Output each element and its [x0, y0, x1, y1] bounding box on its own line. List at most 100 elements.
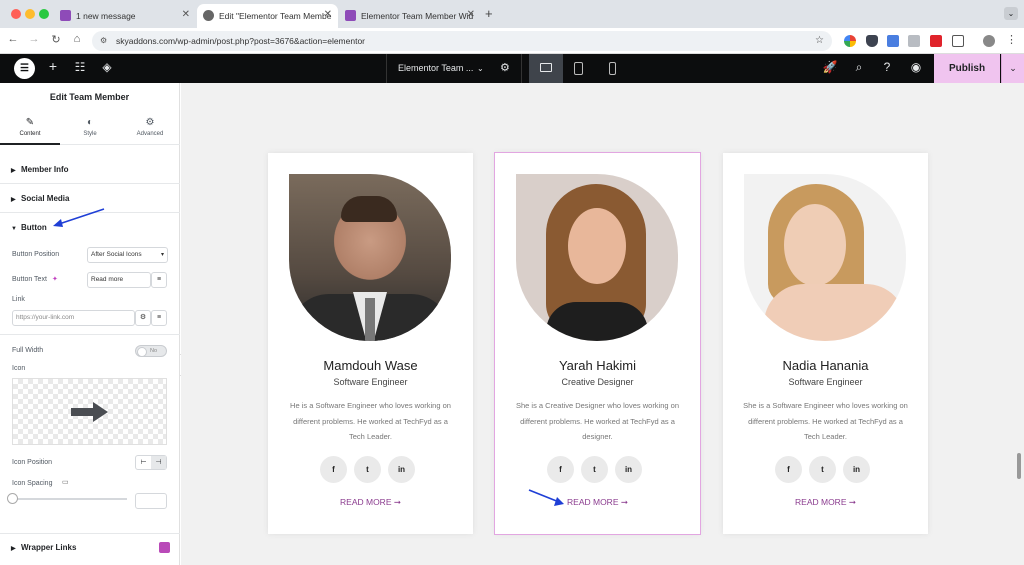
icon-spacing-label: Icon Spacing	[12, 480, 53, 487]
section-label: Member Info	[21, 165, 69, 174]
desktop-view-button[interactable]	[529, 54, 563, 83]
browser-tab-strip: 1 new message ✕ Edit "Elementor Team Mem…	[0, 0, 1024, 28]
linkedin-icon[interactable]: in	[615, 456, 642, 483]
extension-image-icon[interactable]	[908, 35, 920, 47]
extension-f-icon[interactable]	[930, 35, 942, 47]
page-settings-gear-icon[interactable]: ⚙	[500, 54, 510, 83]
close-tab-icon[interactable]: ✕	[182, 9, 190, 20]
section-wrapper-links[interactable]: ▶ Wrapper Links	[0, 533, 180, 562]
read-more-button[interactable]: READ MORE ➞	[268, 497, 473, 508]
close-window-button[interactable]	[11, 9, 21, 19]
tablet-view-icon[interactable]	[574, 62, 583, 75]
browser-menu-icon[interactable]: ⋮	[1006, 33, 1017, 46]
home-icon[interactable]: ⌂	[70, 33, 84, 45]
tab-label: Content	[19, 131, 41, 137]
link-options-gear-icon[interactable]: ⚙	[135, 310, 151, 326]
url-text: skyaddons.com/wp-admin/post.php?post=367…	[116, 36, 366, 46]
facebook-icon[interactable]: f	[547, 456, 574, 483]
button-position-label: Button Position	[12, 251, 60, 258]
linkedin-icon[interactable]: in	[843, 456, 870, 483]
browser-tab-editor[interactable]: Edit "Elementor Team Membe ✕	[197, 4, 338, 28]
mobile-view-icon[interactable]	[609, 62, 616, 75]
annotation-arrow-icon	[528, 489, 564, 506]
notifications-rocket-icon[interactable]: 🚀	[822, 60, 838, 74]
button-text-input[interactable]: Read more	[87, 272, 151, 288]
browser-tab-mail[interactable]: 1 new message ✕	[54, 4, 196, 28]
section-label: Wrapper Links	[21, 543, 77, 552]
reload-icon[interactable]: ↻	[49, 33, 63, 46]
site-info-icon[interactable]: ⚙	[100, 31, 107, 51]
site-settings-icon[interactable]: ☷	[72, 60, 88, 74]
responsive-desktop-icon[interactable]: ▭	[62, 478, 69, 486]
close-tab-icon[interactable]: ✕	[467, 9, 475, 20]
icon-spacing-slider-handle[interactable]	[7, 493, 18, 504]
team-member-card[interactable]: Nadia Hanania Software Engineer She is a…	[723, 153, 928, 534]
search-icon[interactable]: ⌕	[851, 60, 867, 75]
icon-spacing-input[interactable]	[135, 493, 167, 509]
face-shape	[784, 204, 846, 286]
elementor-logo-icon[interactable]: ☰	[14, 58, 35, 79]
team-member-card[interactable]: Yarah Hakimi Creative Designer She is a …	[494, 152, 701, 535]
tab-style[interactable]: ◐ Style	[60, 111, 120, 145]
help-icon[interactable]: ?	[879, 60, 895, 74]
full-width-toggle[interactable]: No	[135, 345, 167, 357]
tab-search-icon[interactable]: ⌄	[1004, 7, 1018, 20]
twitter-icon[interactable]: t	[581, 456, 608, 483]
shoulder-shape	[764, 284, 906, 341]
twitter-icon[interactable]: t	[354, 456, 381, 483]
url-field[interactable]: ⚙ skyaddons.com/wp-admin/post.php?post=3…	[92, 31, 832, 51]
publish-button[interactable]: Publish	[934, 54, 1000, 83]
tab-content[interactable]: ✎ Content	[0, 111, 60, 145]
icon-picker[interactable]	[12, 378, 167, 445]
twitter-icon[interactable]: t	[809, 456, 836, 483]
button-position-select[interactable]: After Social Icons ▾	[87, 247, 168, 263]
tab-label: Style	[83, 131, 97, 137]
caret-down-icon: ▼	[11, 226, 17, 232]
close-tab-icon[interactable]: ✕	[324, 9, 332, 20]
structure-layers-icon[interactable]: ◈	[99, 60, 115, 74]
tab-title: 1 new message	[76, 11, 136, 21]
link-dynamic-tags-icon[interactable]: ≡	[151, 310, 167, 326]
profile-avatar-icon[interactable]	[983, 35, 995, 47]
team-member-card[interactable]: Mamdouh Wase Software Engineer He is a S…	[268, 153, 473, 534]
read-more-button[interactable]: READ MORE ➞	[495, 497, 700, 508]
facebook-icon[interactable]: f	[775, 456, 802, 483]
link-input[interactable]: https://your-link.com	[12, 310, 135, 326]
new-tab-button[interactable]: +	[485, 6, 493, 21]
canvas-scrollbar[interactable]	[1017, 453, 1021, 479]
back-icon[interactable]: ←	[6, 33, 20, 45]
arrow-right-icon	[71, 402, 108, 422]
minimize-window-button[interactable]	[25, 9, 35, 19]
bookmark-star-icon[interactable]: ☆	[815, 31, 824, 51]
forward-icon[interactable]: →	[27, 33, 41, 45]
ai-sparkle-icon[interactable]: ✦	[52, 275, 58, 283]
pencil-icon: ✎	[25, 117, 35, 128]
document-name-dropdown[interactable]: Elementor Team ... ⌄ ⚙	[386, 54, 522, 83]
member-bio: She is a Creative Designer who loves wor…	[516, 401, 679, 441]
icon-position-before-icon[interactable]: ⊢	[136, 456, 151, 469]
read-more-button[interactable]: READ MORE ➞	[723, 497, 928, 508]
document-name: Elementor Team ...	[398, 63, 474, 73]
tab-advanced[interactable]: ⚙ Advanced	[120, 111, 180, 145]
extension-translate-icon[interactable]	[887, 35, 899, 47]
extension-color-icon[interactable]	[844, 35, 856, 47]
icon-position-after-icon[interactable]: ⊣	[151, 456, 166, 469]
extensions-puzzle-icon[interactable]	[952, 35, 964, 47]
section-member-info[interactable]: ▶ Member Info	[0, 155, 180, 184]
member-bio: He is a Software Engineer who loves work…	[290, 401, 451, 441]
skyaddons-badge-icon	[159, 542, 170, 553]
maximize-window-button[interactable]	[39, 9, 49, 19]
browser-tab-widget[interactable]: Elementor Team Member Wid ✕	[339, 4, 481, 28]
facebook-icon[interactable]: f	[320, 456, 347, 483]
extension-shield-icon[interactable]	[866, 35, 878, 47]
icon-spacing-slider-track[interactable]	[12, 498, 127, 500]
preview-eye-icon[interactable]: ◉	[908, 60, 924, 74]
linkedin-icon[interactable]: in	[388, 456, 415, 483]
icon-position-label: Icon Position	[12, 459, 53, 466]
elementor-top-bar: ☰ + ☷ ◈ Elementor Team ... ⌄ ⚙ 🚀 ⌕ ? ◉ P…	[0, 54, 1024, 83]
publish-options-chevron-icon[interactable]: ⌄	[1001, 54, 1024, 83]
tie-shape	[365, 298, 375, 341]
add-element-icon[interactable]: +	[45, 58, 61, 74]
panel-title: Edit Team Member	[49, 92, 130, 102]
dynamic-tags-icon[interactable]: ≡	[151, 272, 167, 288]
